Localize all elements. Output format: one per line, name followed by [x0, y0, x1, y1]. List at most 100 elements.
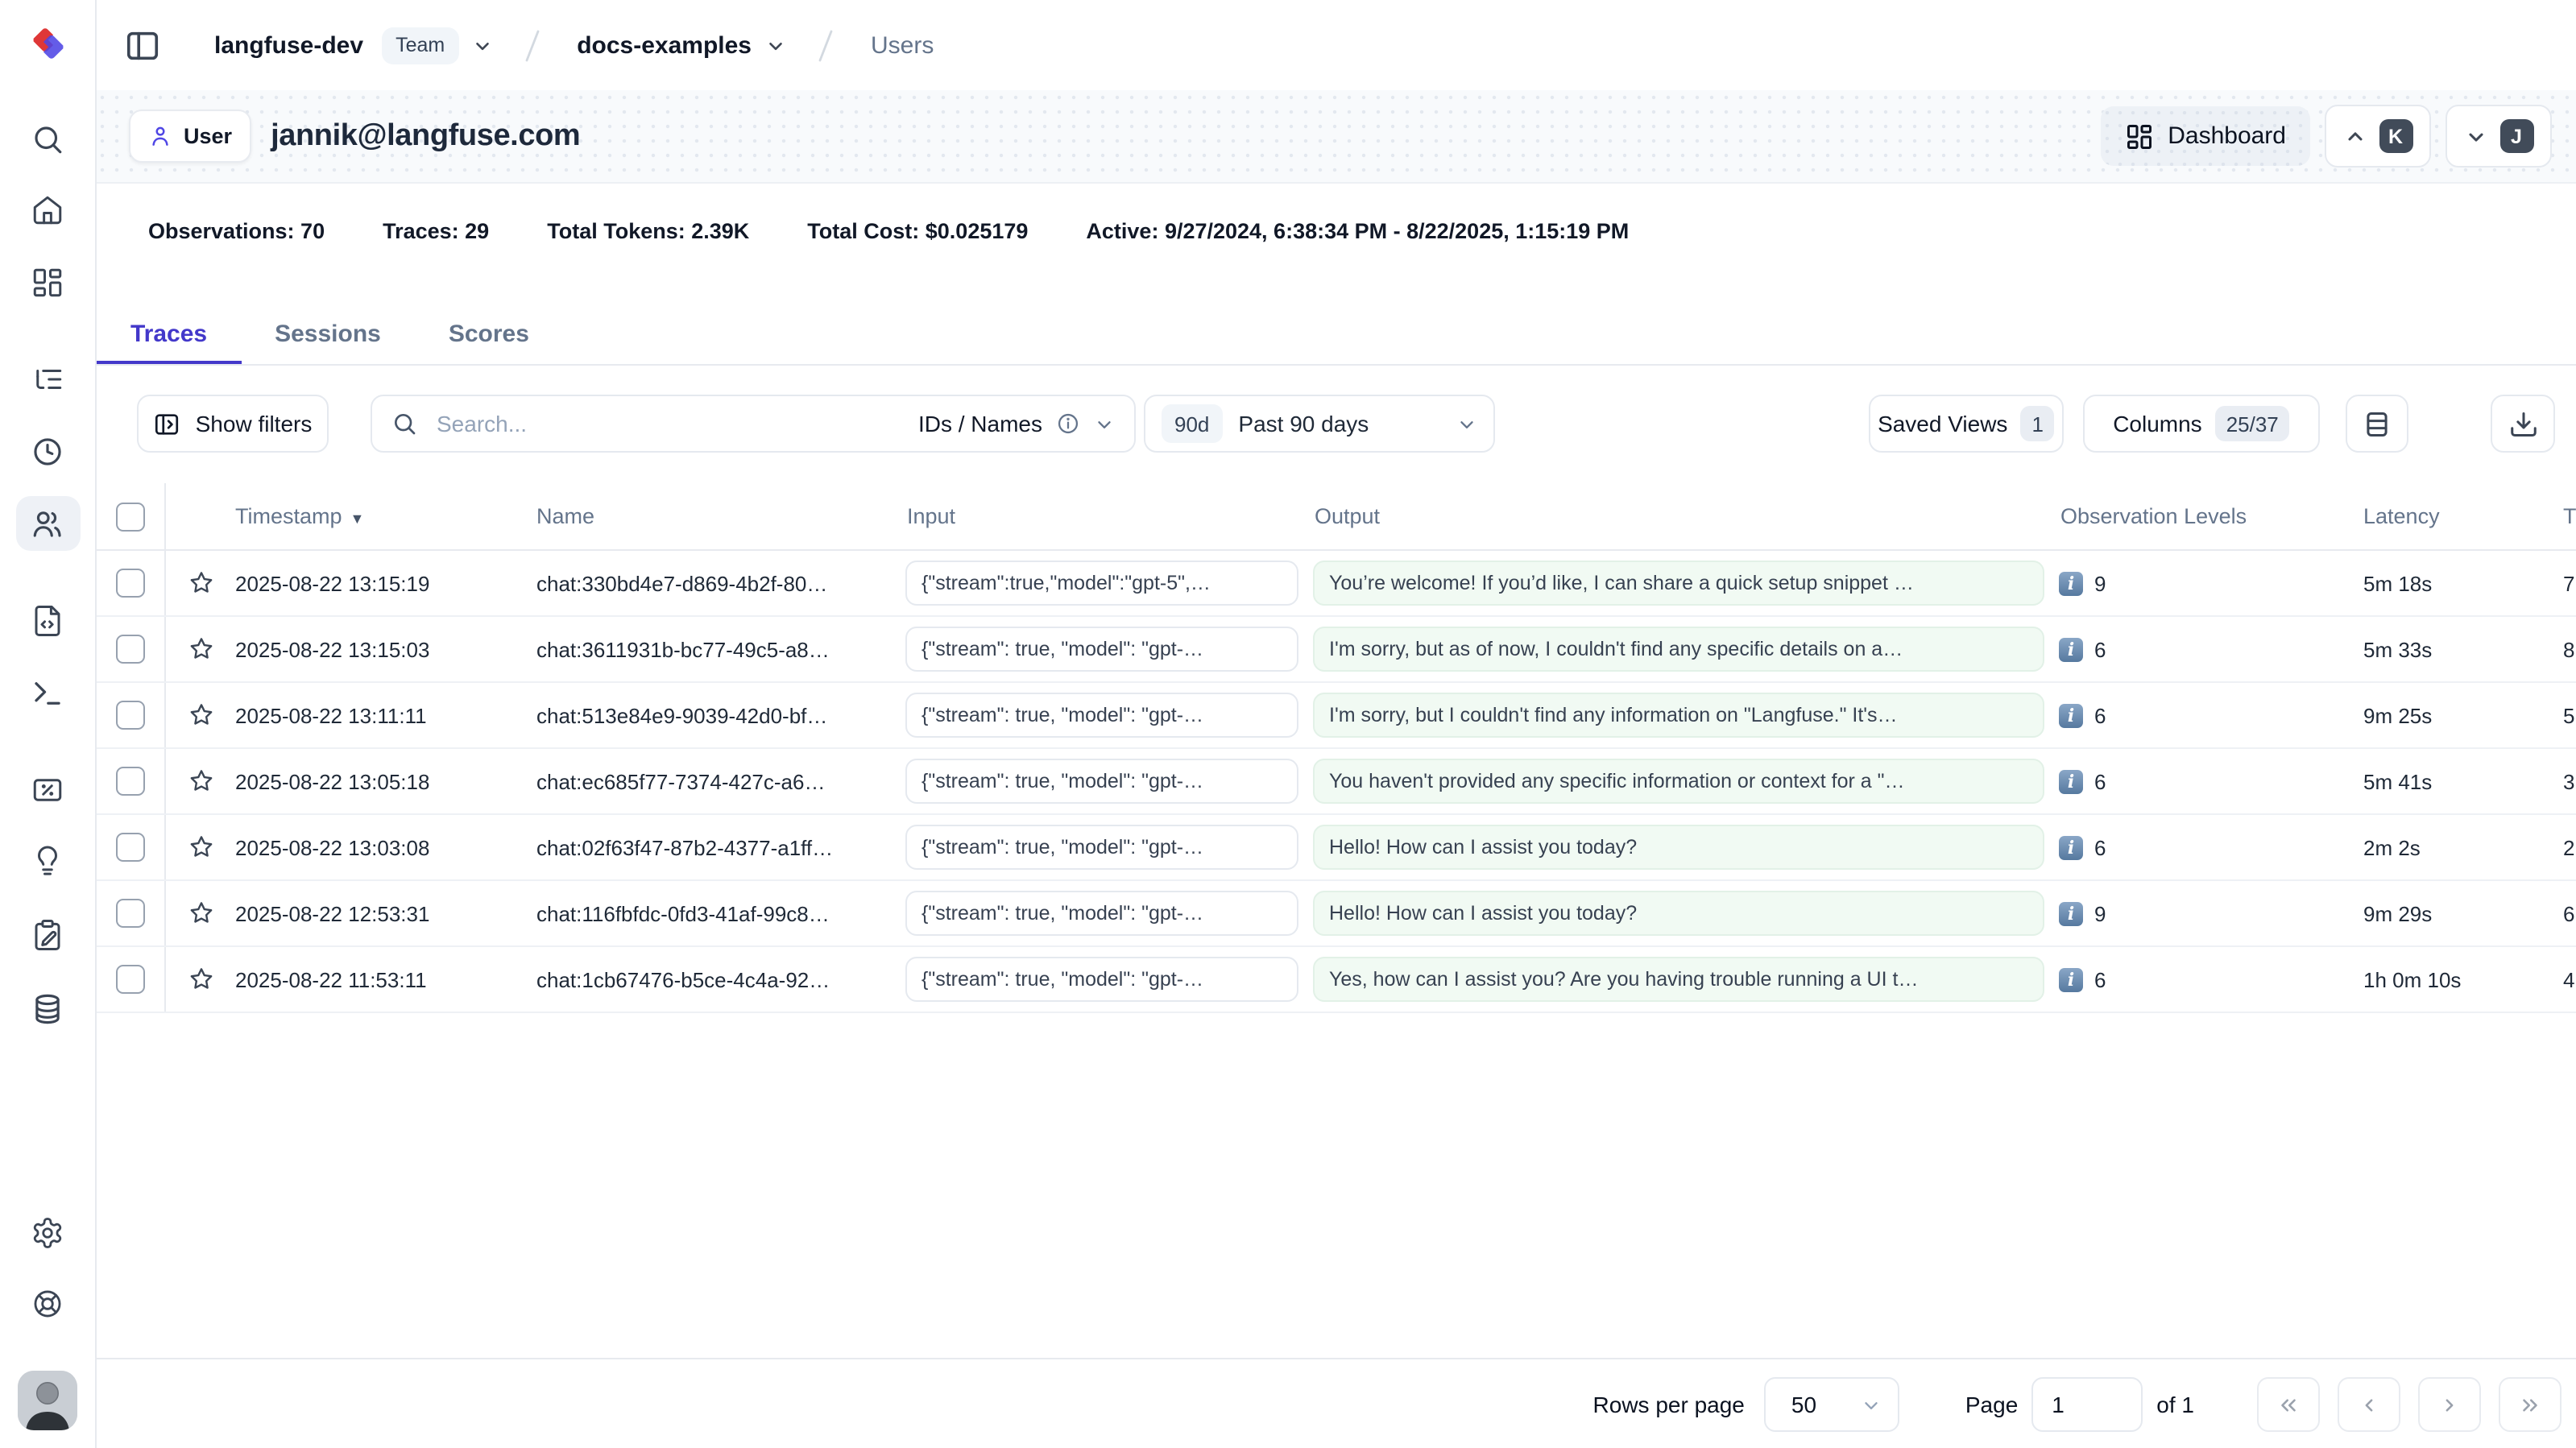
- search-box[interactable]: IDs / Names: [371, 395, 1136, 453]
- sidebar-item-datasets[interactable]: [15, 981, 80, 1036]
- prev-page-button[interactable]: [2338, 1377, 2400, 1432]
- sidebar-item-search[interactable]: [15, 111, 80, 166]
- row-checkbox[interactable]: [115, 767, 144, 796]
- columns-button[interactable]: Columns 25/37: [2083, 395, 2320, 453]
- star-icon[interactable]: [186, 569, 215, 598]
- row-height-button[interactable]: [2346, 395, 2408, 453]
- input-cell[interactable]: {"stream": true, "model": "gpt-…: [896, 957, 1308, 1002]
- prev-user-button[interactable]: K: [2325, 105, 2431, 168]
- table-row[interactable]: 2025-08-22 13:05:18chat:ec685f77-7374-42…: [95, 749, 2576, 815]
- breadcrumb-section[interactable]: docs-examples: [577, 31, 752, 59]
- sidebar-item-dashboards[interactable]: [15, 254, 80, 309]
- column-header-name[interactable]: Name: [532, 504, 896, 528]
- file-code-icon: [31, 603, 64, 637]
- terminal-icon: [31, 676, 64, 710]
- column-header-timestamp[interactable]: Timestamp▼: [235, 504, 532, 528]
- sidebar-item-annotation[interactable]: [15, 907, 80, 962]
- columns-count-badge: 25/37: [2215, 406, 2290, 441]
- row-checkbox[interactable]: [115, 635, 144, 664]
- table-row[interactable]: 2025-08-22 11:53:11chat:1cb67476-b5ce-4c…: [95, 947, 2576, 1013]
- row-star-cell: [166, 833, 235, 862]
- input-cell[interactable]: {"stream": true, "model": "gpt-…: [896, 759, 1308, 804]
- input-cell[interactable]: {"stream": true, "model": "gpt-…: [896, 891, 1308, 936]
- sidebar-item-playground[interactable]: [15, 665, 80, 720]
- search-mode-selector[interactable]: IDs / Names: [918, 411, 1115, 436]
- table-row[interactable]: 2025-08-22 13:11:11chat:513e84e9-9039-42…: [95, 683, 2576, 749]
- dashboard-button[interactable]: Dashboard: [2100, 106, 2310, 166]
- input-cell[interactable]: {"stream": true, "model": "gpt-…: [896, 627, 1308, 672]
- first-page-button[interactable]: [2257, 1377, 2320, 1432]
- column-header-output[interactable]: Output: [1308, 504, 2052, 528]
- row-checkbox-cell: [95, 815, 166, 879]
- sidebar-item-tracing[interactable]: [15, 351, 80, 406]
- tab-scores[interactable]: Scores: [415, 303, 563, 364]
- star-icon[interactable]: [186, 899, 215, 928]
- top-bar: langfuse-dev Team docs-examples Users: [95, 0, 2576, 90]
- sidebar-item-users[interactable]: [15, 496, 80, 551]
- sidebar-item-home[interactable]: [15, 182, 80, 237]
- input-cell[interactable]: {"stream":true,"model":"gpt-5",…: [896, 561, 1308, 606]
- output-cell[interactable]: Yes, how can I assist you? Are you havin…: [1308, 957, 2052, 1002]
- clipboard-pen-icon: [31, 917, 64, 951]
- select-all-checkbox[interactable]: [115, 502, 144, 531]
- square-percent-icon: [31, 772, 64, 806]
- output-cell[interactable]: You’re welcome! If you’d like, I can sha…: [1308, 561, 2052, 606]
- row-checkbox[interactable]: [115, 965, 144, 994]
- table-row[interactable]: 2025-08-22 12:53:31chat:116fbfdc-0fd3-41…: [95, 881, 2576, 947]
- breadcrumb-project[interactable]: langfuse-dev: [214, 31, 363, 59]
- table-row[interactable]: 2025-08-22 13:15:03chat:3611931b-bc77-49…: [95, 617, 2576, 683]
- table-row[interactable]: 2025-08-22 13:15:19chat:330bd4e7-d869-4b…: [95, 551, 2576, 617]
- row-star-cell: [166, 701, 235, 730]
- info-icon[interactable]: [1055, 411, 1081, 436]
- output-cell[interactable]: I'm sorry, but I couldn't find any infor…: [1308, 693, 2052, 738]
- star-icon[interactable]: [186, 965, 215, 994]
- input-cell[interactable]: {"stream": true, "model": "gpt-…: [896, 693, 1308, 738]
- page-number-input[interactable]: [2031, 1377, 2142, 1432]
- tab-traces[interactable]: Traces: [97, 303, 241, 364]
- star-icon[interactable]: [186, 635, 215, 664]
- date-range-selector[interactable]: 90d Past 90 days: [1144, 395, 1495, 453]
- star-icon[interactable]: [186, 767, 215, 796]
- input-cell[interactable]: {"stream": true, "model": "gpt-…: [896, 825, 1308, 870]
- saved-views-button[interactable]: Saved Views 1: [1869, 395, 2064, 453]
- table-row[interactable]: 2025-08-22 13:03:08chat:02f63f47-87b2-43…: [95, 815, 2576, 881]
- output-cell[interactable]: I'm sorry, but as of now, I couldn't fin…: [1308, 627, 2052, 672]
- table-toolbar: Show filters IDs / Names 90d Past 90 day…: [95, 391, 2576, 456]
- tab-sessions[interactable]: Sessions: [241, 303, 415, 364]
- rows-per-page-select[interactable]: 50: [1764, 1377, 1899, 1432]
- search-input[interactable]: [433, 409, 918, 438]
- observation-levels-cell: i9: [2052, 901, 2352, 925]
- sidebar-item-settings[interactable]: [15, 1205, 80, 1260]
- sidebar-item-support[interactable]: [15, 1276, 80, 1330]
- chevron-down-icon[interactable]: [472, 35, 493, 56]
- show-filters-button[interactable]: Show filters: [137, 395, 329, 453]
- column-header-input[interactable]: Input: [896, 504, 1308, 528]
- langfuse-logo-icon[interactable]: [27, 23, 69, 64]
- sidebar-item-prompts[interactable]: [15, 593, 80, 647]
- output-cell[interactable]: Hello! How can I assist you today?: [1308, 891, 2052, 936]
- column-header-observation-levels[interactable]: Observation Levels: [2052, 504, 2352, 528]
- row-checkbox[interactable]: [115, 899, 144, 928]
- star-icon[interactable]: [186, 833, 215, 862]
- sidebar-toggle-icon[interactable]: [124, 27, 161, 64]
- star-icon[interactable]: [186, 701, 215, 730]
- sidebar-item-insights[interactable]: [15, 833, 80, 887]
- output-cell[interactable]: You haven't provided any specific inform…: [1308, 759, 2052, 804]
- sidebar-item-sessions[interactable]: [15, 424, 80, 478]
- row-checkbox[interactable]: [115, 569, 144, 598]
- last-page-button[interactable]: [2499, 1377, 2562, 1432]
- export-button[interactable]: [2491, 395, 2555, 453]
- output-preview: I'm sorry, but I couldn't find any infor…: [1313, 693, 2044, 738]
- next-page-button[interactable]: [2418, 1377, 2481, 1432]
- info-level-badge-icon: i: [2059, 967, 2083, 991]
- column-header-latency[interactable]: Latency: [2352, 504, 2545, 528]
- user-avatar[interactable]: [18, 1371, 77, 1430]
- info-level-badge-icon: i: [2059, 835, 2083, 859]
- next-user-button[interactable]: J: [2446, 105, 2552, 168]
- column-header-total-clipped[interactable]: T: [2545, 504, 2576, 528]
- row-checkbox[interactable]: [115, 701, 144, 730]
- sidebar-item-evaluation[interactable]: [15, 762, 80, 817]
- chevron-down-icon[interactable]: [764, 35, 785, 56]
- output-cell[interactable]: Hello! How can I assist you today?: [1308, 825, 2052, 870]
- row-checkbox[interactable]: [115, 833, 144, 862]
